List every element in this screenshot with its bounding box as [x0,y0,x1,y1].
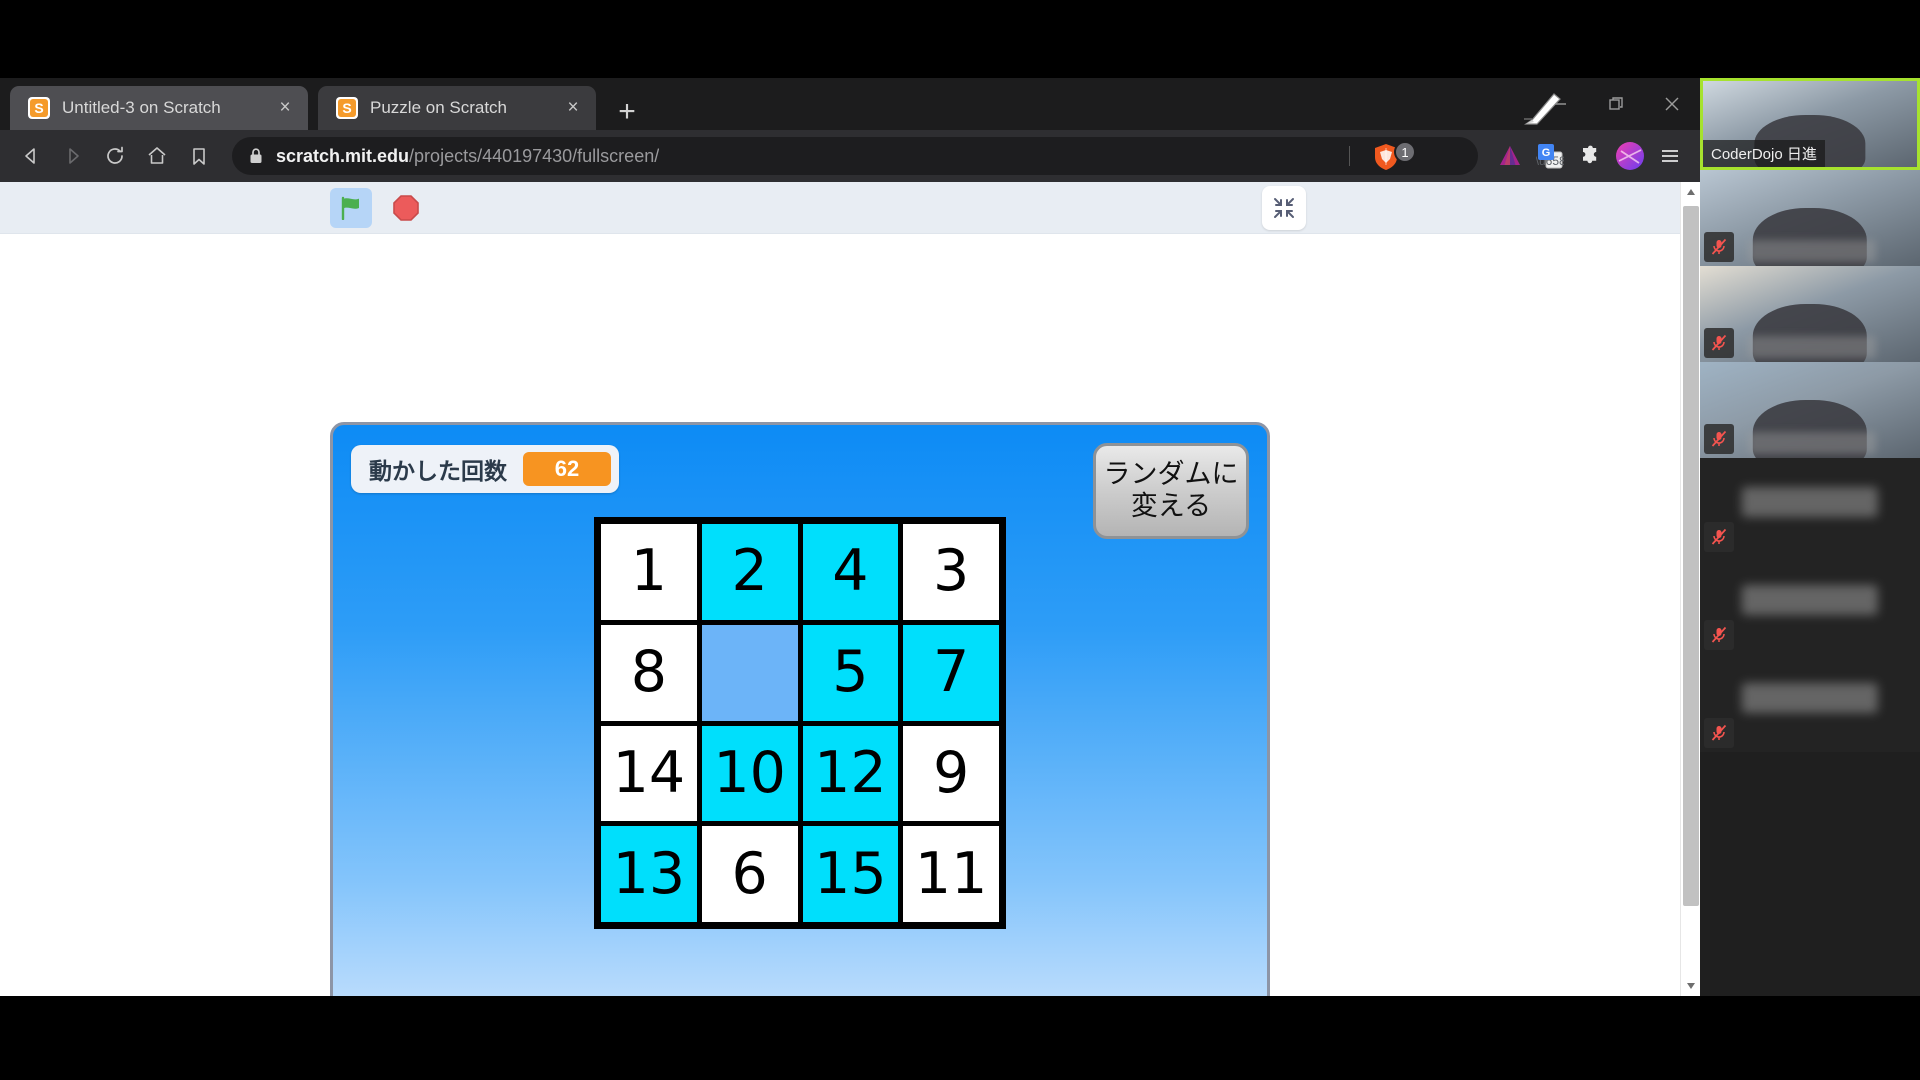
browser-window: Untitled-3 on Scratch × Puzzle on Scratc… [0,78,1700,996]
scroll-down-arrow[interactable] [1681,976,1700,996]
url-text: scratch.mit.edu/projects/440197430/fulls… [276,146,659,167]
lock-icon [248,147,264,165]
close-button[interactable] [1644,78,1700,130]
green-flag-button[interactable] [330,188,372,228]
forward-button[interactable] [52,135,94,177]
mic-muted-icon [1704,424,1734,454]
puzzle-tile[interactable]: 14 [601,725,697,822]
svg-text:G: G [1542,147,1551,159]
puzzle-tile[interactable]: 3 [903,524,999,620]
tab-title: Puzzle on Scratch [370,98,508,117]
stop-button[interactable] [388,190,424,226]
video-tile[interactable]: CoderDojo 日進 [1700,78,1920,170]
tab-puzzle[interactable]: Puzzle on Scratch × [318,86,596,130]
puzzle-tile[interactable]: 2 [701,524,798,620]
puzzle-tile[interactable]: 4 [802,524,899,620]
new-tab-button[interactable]: + [610,96,644,130]
randomize-button[interactable]: ランダムに 変える [1093,443,1249,539]
randomize-button-line2: 変える [1130,491,1212,522]
puzzle-tile[interactable]: 9 [903,725,999,822]
profile-avatar-icon [1616,142,1644,170]
participant-name-blurred [1748,336,1876,358]
exit-fullscreen-button[interactable] [1262,186,1306,230]
bookmark-button[interactable] [178,135,220,177]
variable-monitor: 動かした回数 62 [351,445,619,493]
puzzle-tile[interactable]: 8 [601,624,697,721]
video-tile[interactable] [1700,362,1920,458]
maximize-button[interactable] [1588,78,1644,130]
reload-button[interactable] [94,135,136,177]
participant-name-blurred [1741,487,1879,518]
hamburger-menu-button[interactable] [1650,136,1690,176]
url-path: /projects/440197430/fullscreen/ [409,145,660,166]
page-viewport: 動かした回数 62 ランダムに 変える 1 2 4 3 8 5 7 14 10 12 9 13 6 15 1… [0,182,1700,996]
hamburger-menu-icon [1662,150,1678,162]
tab-untitled-3[interactable]: Untitled-3 on Scratch × [10,86,308,130]
puzzle-tile[interactable]: 12 [802,725,899,822]
url-host: scratch.mit.edu [276,145,410,166]
tab-close-icon[interactable]: × [560,95,586,121]
screen: Untitled-3 on Scratch × Puzzle on Scratc… [0,0,1920,1080]
puzzle-tile[interactable]: 7 [903,624,999,721]
scratch-player-bar [0,182,1700,234]
scratch-stage[interactable]: 動かした回数 62 ランダムに 変える 1 2 4 3 8 5 7 14 10 12 9 13 6 15 1… [330,422,1270,996]
exit-fullscreen-icon [1274,198,1294,218]
mic-muted-icon [1704,718,1734,748]
puzzle-tile[interactable]: 5 [802,624,899,721]
shield-count-badge: 1 [1394,141,1416,163]
mic-muted-icon [1704,328,1734,358]
puzzle-tile[interactable]: 1 [601,524,697,620]
mic-muted-icon [1704,522,1734,552]
extensions-button[interactable] [1570,136,1610,176]
google-translate-icon: \u6587 G [1536,144,1564,169]
puzzle-tile[interactable]: 13 [601,826,697,922]
mic-muted-icon [1704,232,1734,262]
participant-name-blurred [1748,432,1876,454]
minimize-button[interactable] [1532,78,1588,130]
back-button[interactable] [10,135,52,177]
randomize-button-line1: ランダムに [1103,459,1239,491]
video-call-panel: CoderDojo 日進 [1700,78,1920,996]
video-tile[interactable] [1700,170,1920,266]
scratch-favicon [28,97,50,119]
tab-strip: Untitled-3 on Scratch × Puzzle on Scratc… [0,78,1700,130]
puzzle-tile[interactable]: 15 [802,826,899,922]
scratch-favicon [336,97,358,119]
video-tile[interactable] [1700,458,1920,556]
scroll-up-arrow[interactable] [1681,182,1700,202]
mic-muted-icon [1704,620,1734,650]
participant-name-blurred [1741,585,1879,616]
variable-monitor-value: 62 [523,452,611,486]
browser-toolbar: scratch.mit.edu/projects/440197430/fulls… [0,130,1700,182]
participant-name-blurred [1748,240,1876,262]
omnibox-divider [1349,146,1350,166]
page-scrollbar[interactable] [1680,182,1700,996]
home-button[interactable] [136,135,178,177]
video-tile[interactable] [1700,266,1920,362]
window-controls [1532,78,1700,130]
extensions-puzzle-icon [1583,145,1597,164]
participant-name-blurred [1741,683,1879,714]
tab-close-icon[interactable]: × [272,95,298,121]
participant-name: CoderDojo 日進 [1703,140,1825,167]
scrollbar-thumb[interactable] [1683,206,1699,906]
puzzle-tile[interactable]: 10 [701,725,798,822]
address-bar[interactable]: scratch.mit.edu/projects/440197430/fulls… [232,137,1478,175]
green-flag-icon [341,196,359,220]
variable-monitor-label: 動かした回数 [369,459,507,485]
brave-rewards-icon [1500,146,1520,165]
video-tile[interactable] [1700,654,1920,752]
puzzle-tile[interactable]: 6 [701,826,798,922]
brave-rewards-button[interactable] [1490,136,1530,176]
profile-avatar-button[interactable] [1610,136,1650,176]
video-tile[interactable] [1700,556,1920,654]
google-translate-button[interactable]: \u6587 G [1530,136,1570,176]
stop-sign-icon [393,195,419,221]
puzzle-empty-cell [701,624,798,721]
puzzle-tile[interactable]: 11 [903,826,999,922]
puzzle-grid[interactable]: 1 2 4 3 8 5 7 14 10 12 9 13 6 15 11 [594,517,1006,929]
brave-shield-button[interactable]: 1 [1373,141,1416,171]
tab-title: Untitled-3 on Scratch [62,98,221,117]
